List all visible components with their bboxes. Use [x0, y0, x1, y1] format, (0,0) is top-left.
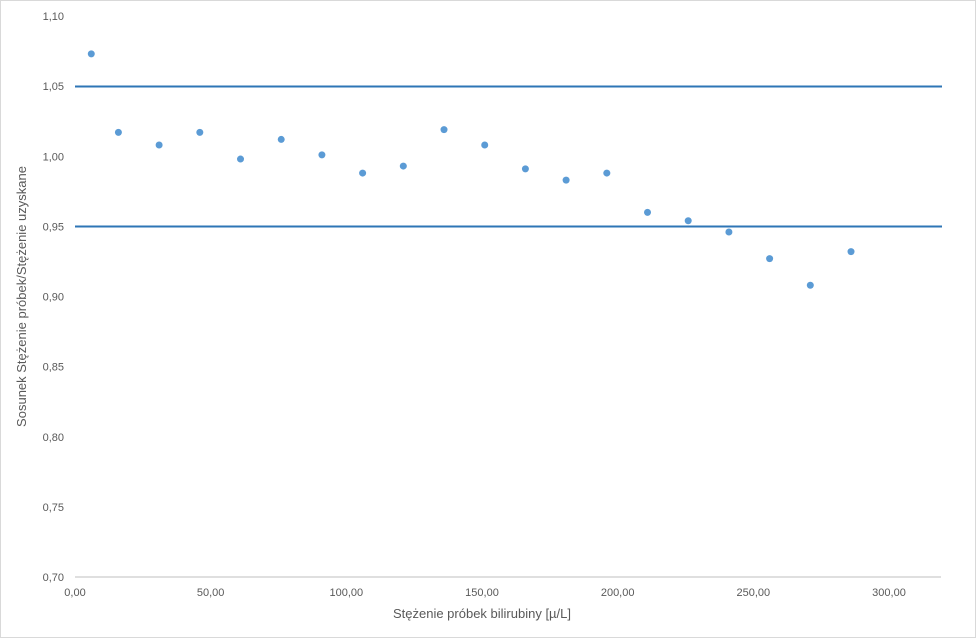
scatter-chart: 0,70 0,75 0,80 0,85 0,90 0,95 1,00 1,05 1,10 0,0…	[14, 11, 942, 621]
x-tick-label: 0,00	[64, 587, 85, 599]
data-point	[725, 228, 733, 236]
x-tick-label: 50,00	[197, 587, 225, 599]
y-tick-label: 0,90	[43, 292, 64, 304]
data-point	[603, 169, 611, 177]
data-point	[847, 248, 855, 256]
x-axis-title: Stężenie próbek bilirubiny [µ/L]	[393, 606, 571, 621]
y-axis-title: Sosunek Stężenie próbek/Stężenie uzyskan…	[14, 166, 29, 427]
x-tick-label: 200,00	[601, 587, 635, 599]
data-point	[440, 126, 448, 134]
data-point	[766, 255, 774, 263]
x-tick-label: 100,00	[330, 587, 364, 599]
data-point	[481, 141, 489, 149]
data-point	[237, 155, 245, 163]
data-point	[277, 135, 285, 143]
y-tick-label: 0,70	[43, 572, 64, 584]
x-tick-label: 250,00	[737, 587, 771, 599]
reference-lines	[75, 85, 942, 228]
data-point	[684, 217, 692, 225]
y-tick-label: 1,00	[43, 151, 64, 163]
y-tick-label: 1,05	[43, 81, 64, 93]
data-point	[399, 162, 407, 170]
data-point	[196, 128, 204, 136]
y-tick-labels: 0,70 0,75 0,80 0,85 0,90 0,95 1,00 1,05 1,10	[43, 11, 64, 584]
data-point	[806, 281, 814, 289]
data-point	[114, 128, 122, 136]
data-point	[644, 208, 652, 216]
data-point	[521, 165, 529, 173]
y-tick-label: 0,85	[43, 362, 64, 374]
x-tick-labels: 0,00 50,00 100,00 150,00 200,00 250,00 300,00	[64, 587, 906, 599]
data-point	[155, 141, 163, 149]
data-point	[562, 176, 570, 184]
y-tick-label: 1,10	[43, 11, 64, 23]
x-tick-label: 300,00	[872, 587, 906, 599]
y-tick-label: 0,80	[43, 432, 64, 444]
y-tick-label: 0,95	[43, 221, 64, 233]
data-point	[87, 50, 95, 58]
data-point	[318, 151, 326, 159]
data-point	[359, 169, 367, 177]
y-tick-label: 0,75	[43, 502, 64, 514]
x-tick-label: 150,00	[465, 587, 499, 599]
